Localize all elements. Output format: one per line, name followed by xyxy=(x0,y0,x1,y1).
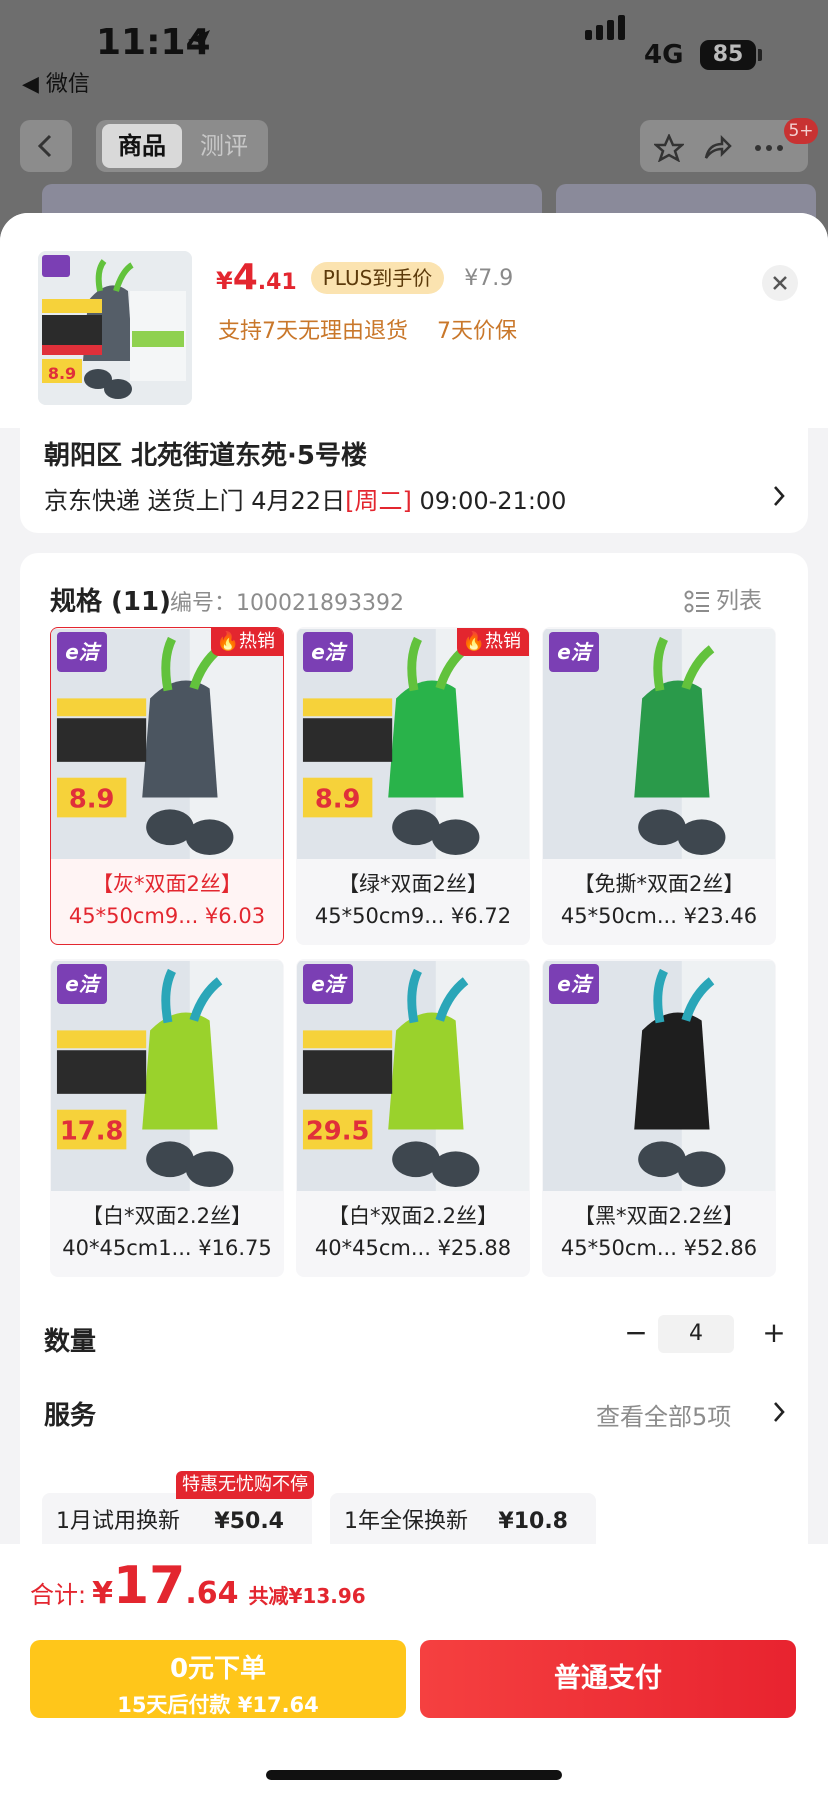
pay-later-subtitle: 15天后付款 ¥17.64 xyxy=(117,1693,319,1717)
brand-logo: e洁 xyxy=(57,632,107,672)
delivery-carrier: 京东快递 送货上门 4月22日 xyxy=(44,487,346,515)
svg-text:29.5: 29.5 xyxy=(306,1116,370,1146)
more-icon[interactable] xyxy=(752,134,786,162)
brand-logo: e洁 xyxy=(57,964,107,1004)
tab-reviews[interactable]: 测评 xyxy=(184,124,264,168)
nav-actions xyxy=(640,120,808,172)
status-bar: 11:14 ◀ 微信 4G 85 xyxy=(0,0,828,110)
pay-later-title: 0元下单 xyxy=(169,1654,267,1684)
total-symbol: ¥ xyxy=(92,1576,113,1611)
total-integer: 17 xyxy=(112,1556,186,1616)
network-type: 4G xyxy=(644,40,684,70)
guarantee-line: 支持7天无理由退货 7天价保 xyxy=(218,313,539,345)
sku-option[interactable]: e洁【黑*双面2.2丝】 45*50cm... ¥52.86 xyxy=(542,959,776,1277)
original-price: ¥7.9 xyxy=(464,266,514,291)
list-view-toggle[interactable]: 列表 xyxy=(684,581,762,615)
sku-size-price: 40*45cm... ¥25.88 xyxy=(314,1236,512,1260)
sku-name: 【绿*双面2丝】 xyxy=(338,872,488,896)
sku-name: 【灰*双面2丝】 xyxy=(92,872,242,896)
delivery-info: 京东快递 送货上门 4月22日[周二] 09:00-21:00 xyxy=(44,481,566,516)
service-view-all-label: 查看全部5项 xyxy=(596,1403,732,1431)
sku-name: 【黑*双面2.2丝】 xyxy=(574,1204,744,1228)
svg-text:17.8: 17.8 xyxy=(60,1116,124,1146)
sku-option[interactable]: 8.9 e洁 🔥热销【灰*双面2丝】 45*50cm9... ¥6.03 xyxy=(50,627,284,945)
battery-icon: 85 xyxy=(700,40,756,70)
sku-size-price: 45*50cm9... ¥6.03 xyxy=(68,904,266,928)
total-label: 合计: xyxy=(30,1581,87,1609)
delivery-address: 朝阳区 北苑街道东苑·5号楼 xyxy=(44,441,368,471)
share-icon[interactable] xyxy=(702,134,732,162)
sku-name: 【白*双面2.2丝】 xyxy=(328,1204,498,1228)
price-integer: 4 xyxy=(232,257,258,298)
product-thumbnail: 8.9 xyxy=(38,251,192,405)
service-name: 1年全保换新 xyxy=(344,1509,468,1534)
price-decimal: .41 xyxy=(257,270,297,295)
sku-option[interactable]: 17.8 e洁【白*双面2.2丝】 40*45cm1... ¥16.75 xyxy=(50,959,284,1277)
close-icon xyxy=(773,276,787,290)
tab-product[interactable]: 商品 xyxy=(102,124,182,168)
plus-price-tag: PLUS到手价 xyxy=(310,262,445,294)
pay-later-button[interactable]: 0元下单 15天后付款 ¥17.64 xyxy=(30,1640,406,1718)
sheet-header: 8.9 ¥ 4 .41 PLUS到手价 ¥7.9 支持7天无理由退货 7天价保 xyxy=(0,213,828,428)
brand-logo: e洁 xyxy=(549,632,599,672)
quantity-decrease-button[interactable]: − xyxy=(618,1315,654,1351)
delivery-time-window: 09:00-21:00 xyxy=(419,487,567,515)
normal-pay-button[interactable]: 普通支付 xyxy=(420,1640,796,1718)
quantity-label: 数量 xyxy=(44,1327,97,1357)
service-price: ¥50.4 xyxy=(214,1509,284,1534)
sku-size-price: 40*45cm1... ¥16.75 xyxy=(62,1236,272,1260)
service-view-all[interactable]: 查看全部5项 xyxy=(596,1397,731,1432)
total-decimal: .64 xyxy=(185,1576,239,1611)
sku-size-price: 45*50cm... ¥52.86 xyxy=(560,1236,758,1260)
price-symbol: ¥ xyxy=(216,267,233,295)
service-option-warranty[interactable]: 1年全保换新 ¥10.8 xyxy=(330,1493,596,1551)
close-button[interactable] xyxy=(762,265,798,301)
quantity-increase-button[interactable]: + xyxy=(756,1315,792,1351)
chevron-right-icon xyxy=(774,486,785,506)
service-option-trial[interactable]: 1月试用换新 ¥50.4 xyxy=(42,1493,312,1551)
svg-text:8.9: 8.9 xyxy=(48,364,76,383)
total-price: 合计: ¥ 17 .64 共减¥13.96 xyxy=(30,1556,366,1616)
quantity-value[interactable]: 4 xyxy=(658,1315,734,1353)
spec-card: 规格 (11) 编号：100021893392 列表 8.9 e洁 🔥热销【灰*双面… xyxy=(20,553,808,1653)
home-indicator[interactable] xyxy=(266,1770,562,1780)
return-policy: 支持7天无理由退货 xyxy=(218,319,408,344)
sku-name: 【免撕*双面2丝】 xyxy=(573,872,745,896)
chevron-right-icon xyxy=(774,1402,785,1422)
hot-sale-badge: 🔥热销 xyxy=(210,628,283,656)
spec-title: 规格 (11) xyxy=(50,587,171,617)
hot-sale-badge: 🔥热销 xyxy=(456,628,529,656)
svg-text:8.9: 8.9 xyxy=(69,784,115,814)
sku-option[interactable]: 29.5 e洁【白*双面2.2丝】 40*45cm... ¥25.88 xyxy=(296,959,530,1277)
location-arrow-icon xyxy=(188,30,210,52)
back-button[interactable] xyxy=(20,120,72,172)
list-icon xyxy=(684,590,709,612)
total-discount: 共减¥13.96 xyxy=(248,1584,366,1608)
sku-option[interactable]: 8.9 e洁 🔥热销【绿*双面2丝】 45*50cm9... ¥6.72 xyxy=(296,627,530,945)
checkout-footer: 合计: ¥ 17 .64 共减¥13.96 0元下单 15天后付款 ¥17.64… xyxy=(0,1544,828,1795)
brand-logo: e洁 xyxy=(549,964,599,1004)
service-price: ¥10.8 xyxy=(498,1509,568,1534)
message-badge: 5+ xyxy=(784,118,818,144)
chevron-left-icon xyxy=(37,134,52,158)
sku-option[interactable]: e洁【免撕*双面2丝】 45*50cm... ¥23.46 xyxy=(542,627,776,945)
brand-logo: e洁 xyxy=(303,632,353,672)
service-promo-badge: 特惠无忧购不停 xyxy=(176,1471,314,1499)
product-tabs: 商品 测评 xyxy=(96,120,268,172)
product-code: 编号：100021893392 xyxy=(170,591,404,616)
price-protection: 7天价保 xyxy=(437,319,517,344)
star-icon[interactable] xyxy=(654,134,684,162)
svg-text:8.9: 8.9 xyxy=(315,784,361,814)
list-toggle-label: 列表 xyxy=(716,588,762,614)
back-to-wechat[interactable]: ◀ 微信 xyxy=(22,66,90,98)
delivery-weekday: [周二] xyxy=(345,487,412,515)
sku-size-price: 45*50cm9... ¥6.72 xyxy=(314,904,512,928)
service-label: 服务 xyxy=(44,1401,97,1431)
sku-size-price: 45*50cm... ¥23.46 xyxy=(560,904,758,928)
sku-name: 【白*双面2.2丝】 xyxy=(82,1204,252,1228)
service-name: 1月试用换新 xyxy=(56,1509,180,1534)
brand-logo: e洁 xyxy=(303,964,353,1004)
price-row: ¥ 4 .41 PLUS到手价 ¥7.9 xyxy=(216,257,513,298)
